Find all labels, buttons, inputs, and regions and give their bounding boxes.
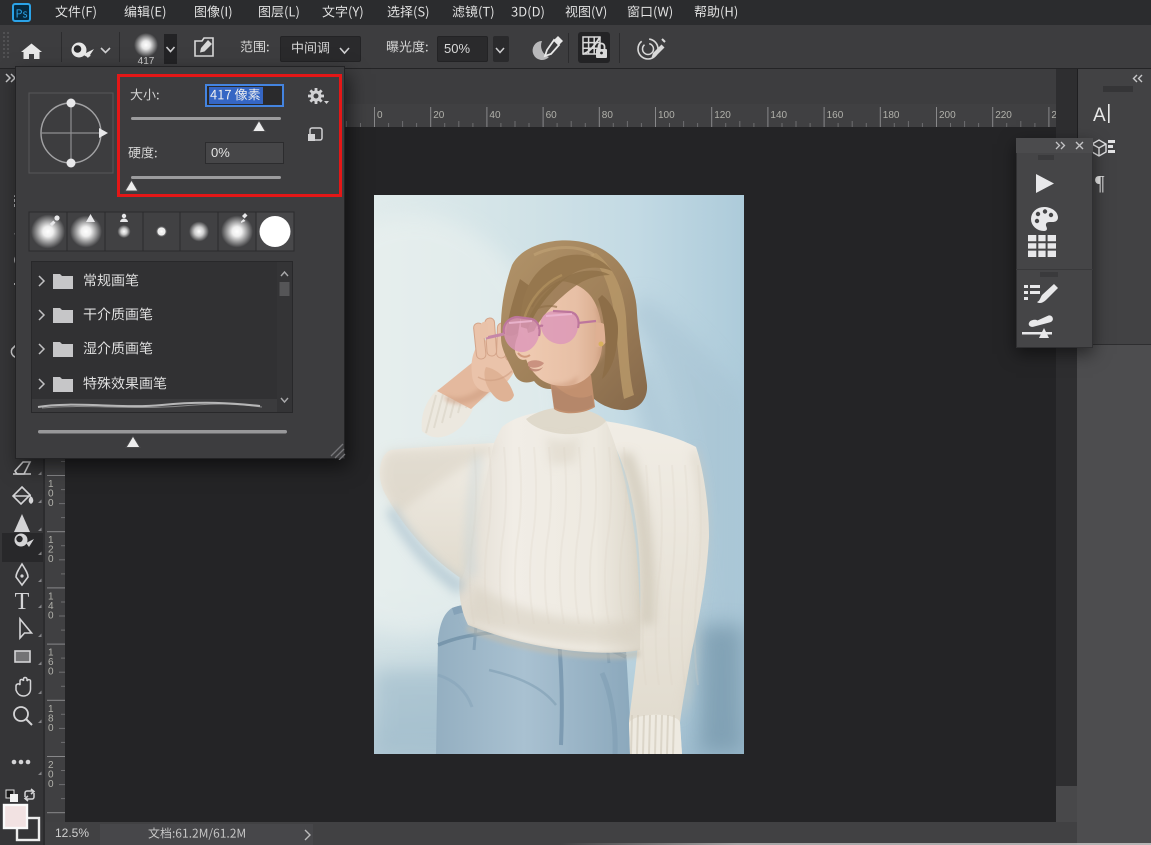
svg-text:¶: ¶	[1095, 171, 1105, 195]
svg-text:0: 0	[48, 667, 54, 678]
svg-text:0: 0	[48, 723, 54, 734]
svg-text:0: 0	[48, 554, 54, 565]
svg-text:0: 0	[48, 498, 54, 509]
svg-text:A: A	[1093, 105, 1106, 126]
svg-text:T: T	[15, 589, 30, 615]
svg-text:0: 0	[48, 610, 54, 621]
svg-text:0: 0	[48, 779, 54, 790]
